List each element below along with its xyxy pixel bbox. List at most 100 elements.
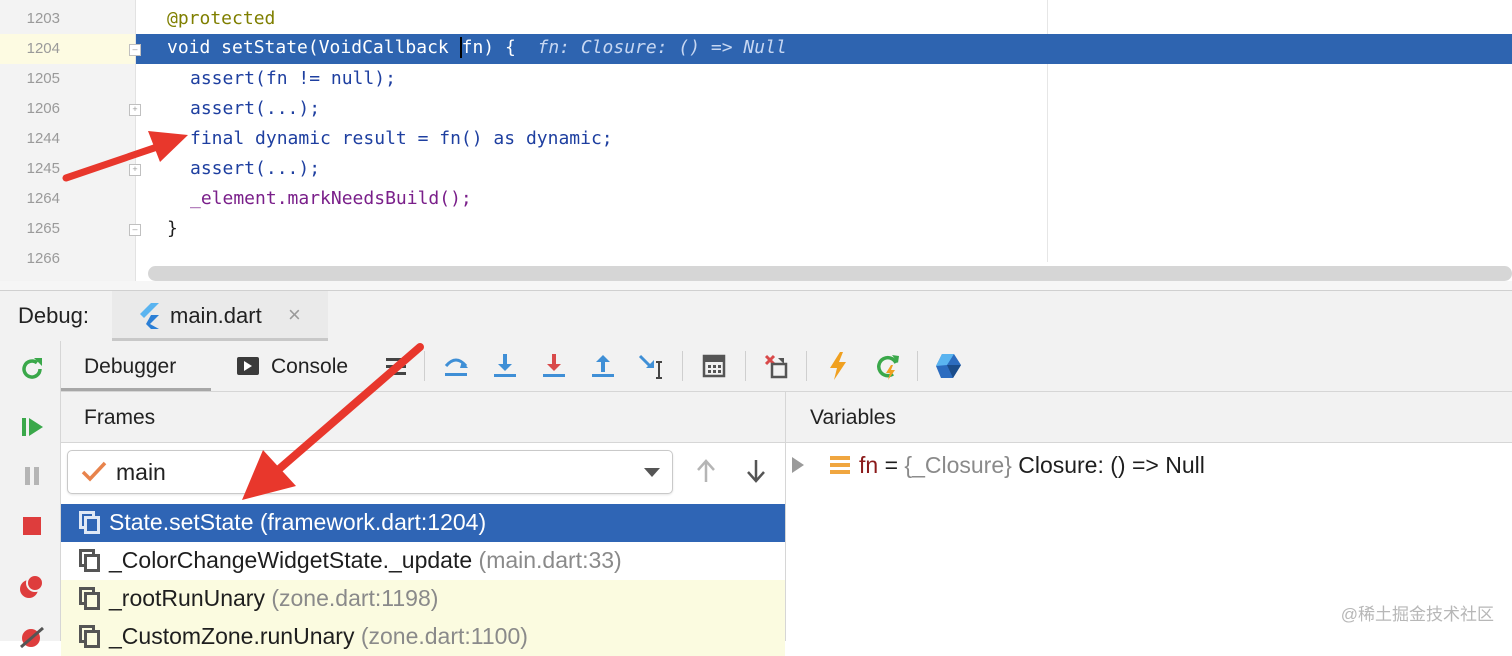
evaluate-expression-button[interactable] <box>697 349 731 383</box>
mute-breakpoints-button[interactable] <box>14 617 50 653</box>
toolbar-separator <box>917 351 918 381</box>
arrow-up-icon <box>697 459 715 482</box>
debugger-toolbar: Debugger Console <box>61 341 1512 392</box>
rerun-button[interactable] <box>14 351 50 387</box>
drop-frame-button[interactable] <box>759 349 793 383</box>
frame-row-library[interactable]: _CustomZone.runUnary (zone.dart:1100) <box>61 618 785 656</box>
step-into-button[interactable] <box>488 349 522 383</box>
variables-header: Variables <box>786 392 1512 443</box>
code-line: assert(fn != null); <box>190 68 396 89</box>
dart-devtools-button[interactable] <box>931 349 965 383</box>
frame-row-library[interactable]: _rootRunUnary (zone.dart:1198) <box>61 580 785 618</box>
frame-method: _CustomZone.runUnary <box>109 623 355 649</box>
run-to-cursor-button[interactable] <box>635 349 669 383</box>
frame-method: _rootRunUnary <box>109 585 265 611</box>
fold-end-icon[interactable]: – <box>129 224 141 236</box>
line-number: 1203 <box>26 10 60 27</box>
horizontal-scrollbar[interactable] <box>148 266 1512 281</box>
line-number: 1266 <box>26 250 60 267</box>
variable-equals: = <box>884 452 899 478</box>
frames-header: Frames <box>61 392 785 443</box>
hot-restart-button[interactable] <box>870 349 904 383</box>
breakpoints-icon <box>20 574 44 598</box>
drop-frame-icon <box>764 354 788 379</box>
thread-selector[interactable]: main <box>67 450 673 494</box>
resume-icon <box>22 418 43 436</box>
code-line: } <box>167 218 178 239</box>
hot-reload-button[interactable] <box>821 349 855 383</box>
fold-expand-icon[interactable]: + <box>129 104 141 116</box>
layout-button[interactable] <box>379 349 413 383</box>
tab-debugger[interactable]: Debugger <box>61 341 211 391</box>
toolbar-separator <box>806 351 807 381</box>
line-number-current: 1204 <box>0 34 135 64</box>
close-tab-icon[interactable]: × <box>288 302 301 328</box>
debug-tool-window-bar: Debug: main.dart × <box>0 290 1512 342</box>
variable-name: fn <box>859 452 879 478</box>
run-config-tab[interactable]: main.dart × <box>112 291 328 341</box>
flutter-icon <box>140 303 159 329</box>
code-line-folded[interactable]: assert(...); <box>190 98 320 119</box>
pause-icon <box>25 467 39 485</box>
thread-name: main <box>116 459 166 485</box>
dart-devtools-icon <box>936 354 961 378</box>
run-tab-label: main.dart <box>170 303 262 328</box>
step-out-icon <box>592 355 614 377</box>
expand-triangle-icon[interactable] <box>792 457 804 473</box>
frame-location: (framework.dart:1204) <box>259 509 487 535</box>
code-line-current: void setState(VoidCallback fn) { fn: Clo… <box>167 37 787 58</box>
step-out-button[interactable] <box>586 349 620 383</box>
resume-button[interactable] <box>14 409 50 445</box>
frames-title: Frames <box>84 406 156 429</box>
frame-icon <box>79 625 100 648</box>
watermark: @稀土掘金技术社区 <box>1340 605 1494 624</box>
view-breakpoints-button[interactable] <box>14 569 50 605</box>
previous-frame-button[interactable] <box>691 456 721 486</box>
checkmark-icon <box>81 461 107 482</box>
editor-bottom-strip <box>0 281 1512 290</box>
line-number: 1245 <box>26 160 60 177</box>
console-icon <box>237 357 259 375</box>
frame-location: (zone.dart:1198) <box>271 585 439 611</box>
frame-icon <box>79 587 100 610</box>
step-into-icon <box>494 354 516 377</box>
next-frame-button[interactable] <box>741 456 771 486</box>
frame-row-selected[interactable]: State.setState (framework.dart:1204) <box>61 504 785 542</box>
line-number: 1244 <box>26 130 60 147</box>
frame-location: (zone.dart:1100) <box>360 623 528 649</box>
frame-method: State.setState <box>109 509 254 535</box>
force-step-into-icon <box>543 354 565 377</box>
fold-collapse-icon[interactable]: – <box>129 44 141 56</box>
lightning-icon <box>830 352 846 380</box>
frame-location: (main.dart:33) <box>478 547 622 573</box>
line-number: 1264 <box>26 190 60 207</box>
frame-row[interactable]: _ColorChangeWidgetState._update (main.da… <box>61 542 785 580</box>
code-editor[interactable]: 1203 1204 1205 1206 1244 1245 1264 1265 … <box>0 0 1512 290</box>
toolbar-separator <box>745 351 746 381</box>
code-line-folded[interactable]: assert(...); <box>190 158 320 179</box>
force-step-into-button[interactable] <box>537 349 571 383</box>
step-over-icon <box>444 358 468 376</box>
variables-title: Variables <box>810 406 896 429</box>
pause-button[interactable] <box>14 458 50 494</box>
variable-value: Closure: () => Null <box>1018 452 1205 478</box>
frame-icon <box>79 549 100 572</box>
calculator-icon <box>702 354 726 378</box>
frame-icon <box>79 511 100 534</box>
code-line: @protected <box>167 8 276 29</box>
list-lines-icon <box>386 358 406 375</box>
line-number: 1206 <box>26 100 60 117</box>
inline-debug-value: fn: Closure: () => Null <box>537 37 787 58</box>
frames-panel: Frames main State.setState (framework.da… <box>61 392 786 656</box>
step-over-button[interactable] <box>439 349 473 383</box>
variable-row[interactable]: fn = {_Closure} Closure: () => Null <box>786 450 1512 484</box>
tab-debugger-label: Debugger <box>84 355 177 378</box>
toolbar-separator <box>682 351 683 381</box>
stop-button[interactable] <box>14 508 50 544</box>
tab-console-label: Console <box>271 355 349 378</box>
fold-expand-icon[interactable]: + <box>129 164 141 176</box>
frame-method: _ColorChangeWidgetState._update <box>109 547 473 573</box>
line-number: 1265 <box>26 220 60 237</box>
arrow-down-icon <box>747 460 765 483</box>
stop-icon <box>23 517 41 535</box>
